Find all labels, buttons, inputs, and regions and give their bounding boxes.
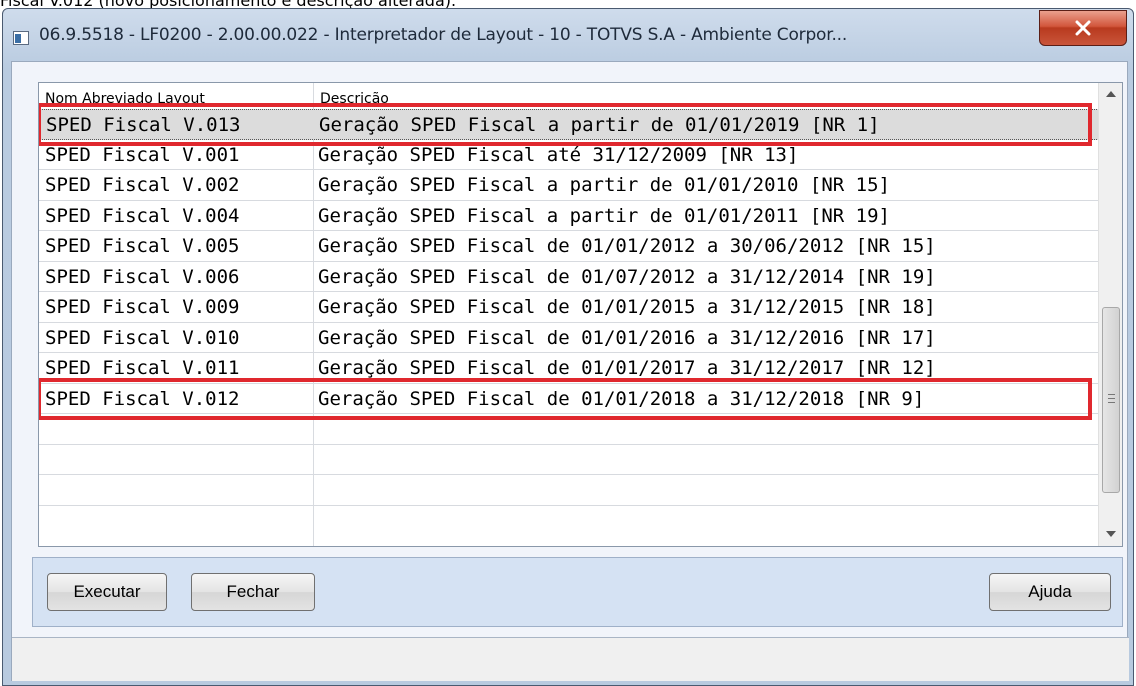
- layout-interpreter-window: 06.9.5518 - LF0200 - 2.00.00.022 - Inter…: [2, 8, 1134, 686]
- window-title: 06.9.5518 - LF0200 - 2.00.00.022 - Inter…: [39, 25, 848, 45]
- cell-layout-name: SPED Fiscal V.010: [45, 326, 240, 349]
- cell-layout-description: Geração SPED Fiscal de 01/07/2012 a 31/1…: [318, 265, 936, 288]
- chevron-down-icon: [1106, 531, 1116, 537]
- table-row[interactable]: SPED Fiscal V.002 Geração SPED Fiscal a p…: [39, 170, 1099, 201]
- column-header-description[interactable]: Descrição: [320, 91, 389, 107]
- button-bar: Executar Fechar Ajuda: [32, 557, 1123, 627]
- scroll-down-button[interactable]: [1099, 523, 1122, 545]
- cell-layout-description: Geração SPED Fiscal a partir de 01/01/20…: [319, 114, 880, 136]
- table-row[interactable]: SPED Fiscal V.011 Geração SPED Fiscal de …: [39, 353, 1099, 384]
- cell-layout-name: SPED Fiscal V.002: [45, 174, 240, 196]
- cell-layout-name: SPED Fiscal V.005: [45, 235, 240, 257]
- grip-icon: [1108, 394, 1115, 403]
- title-bar[interactable]: 06.9.5518 - LF0200 - 2.00.00.022 - Inter…: [3, 9, 1133, 61]
- table-row[interactable]: [39, 414, 1099, 445]
- column-header-name[interactable]: Nom Abreviado Layout: [45, 91, 205, 107]
- scroll-up-button[interactable]: [1099, 83, 1122, 105]
- cell-layout-description: Geração SPED Fiscal de 01/01/2017 a 31/1…: [318, 357, 936, 379]
- cell-layout-name: SPED Fiscal V.013: [46, 114, 241, 136]
- grid-header: Nom Abreviado Layout Descrição: [39, 83, 1099, 109]
- cell-layout-name: SPED Fiscal V.011: [45, 357, 240, 379]
- cell-layout-name: SPED Fiscal V.004: [45, 204, 240, 227]
- cell-layout-description: Geração SPED Fiscal de 01/01/2016 a 31/1…: [318, 326, 936, 349]
- scrollbar-thumb[interactable]: [1102, 307, 1120, 493]
- status-bar: [12, 637, 1129, 681]
- table-row[interactable]: SPED Fiscal V.012 Geração SPED Fiscal de …: [39, 384, 1099, 414]
- vertical-scrollbar[interactable]: [1098, 83, 1122, 546]
- table-row[interactable]: [39, 445, 1099, 475]
- cell-layout-name: SPED Fiscal V.012: [45, 387, 240, 410]
- table-row[interactable]: SPED Fiscal V.005 Geração SPED Fiscal de …: [39, 231, 1099, 262]
- cell-layout-description: Geração SPED Fiscal de 01/01/2012 a 30/0…: [318, 235, 936, 257]
- table-row[interactable]: SPED Fiscal V.009 Geração SPED Fiscal de …: [39, 292, 1099, 323]
- table-row[interactable]: SPED Fiscal V.013 Geração SPED Fiscal a p…: [39, 109, 1099, 140]
- cell-layout-description: Geração SPED Fiscal de 01/01/2018 a 31/1…: [318, 387, 925, 410]
- close-button[interactable]: [1039, 10, 1127, 46]
- cell-layout-description: Geração SPED Fiscal até 31/12/2009 [NR 1…: [318, 143, 799, 166]
- cell-layout-description: Geração SPED Fiscal a partir de 01/01/20…: [318, 204, 890, 227]
- table-row[interactable]: [39, 475, 1099, 506]
- fechar-button[interactable]: Fechar: [191, 573, 315, 611]
- cell-layout-description: Geração SPED Fiscal de 01/01/2015 a 31/1…: [318, 296, 936, 318]
- table-row[interactable]: SPED Fiscal V.006 Geração SPED Fiscal de …: [39, 262, 1099, 292]
- cell-layout-name: SPED Fiscal V.001: [45, 143, 240, 166]
- table-row[interactable]: SPED Fiscal V.004 Geração SPED Fiscal a p…: [39, 201, 1099, 231]
- close-icon: [1075, 20, 1091, 36]
- dialog-client-area: Nom Abreviado Layout Descrição SPED Fisc…: [11, 61, 1129, 681]
- table-row[interactable]: SPED Fiscal V.001 Geração SPED Fiscal até…: [39, 140, 1099, 170]
- table-row[interactable]: SPED Fiscal V.010 Geração SPED Fiscal de …: [39, 323, 1099, 353]
- ajuda-button[interactable]: Ajuda: [989, 573, 1111, 611]
- window-app-icon: [13, 31, 29, 45]
- cell-layout-name: SPED Fiscal V.009: [45, 296, 240, 318]
- executar-button[interactable]: Executar: [47, 573, 167, 611]
- cell-layout-description: Geração SPED Fiscal a partir de 01/01/20…: [318, 174, 890, 196]
- cell-layout-name: SPED Fiscal V.006: [45, 265, 240, 288]
- chevron-up-icon: [1106, 91, 1116, 97]
- layout-grid[interactable]: Nom Abreviado Layout Descrição SPED Fisc…: [38, 82, 1123, 547]
